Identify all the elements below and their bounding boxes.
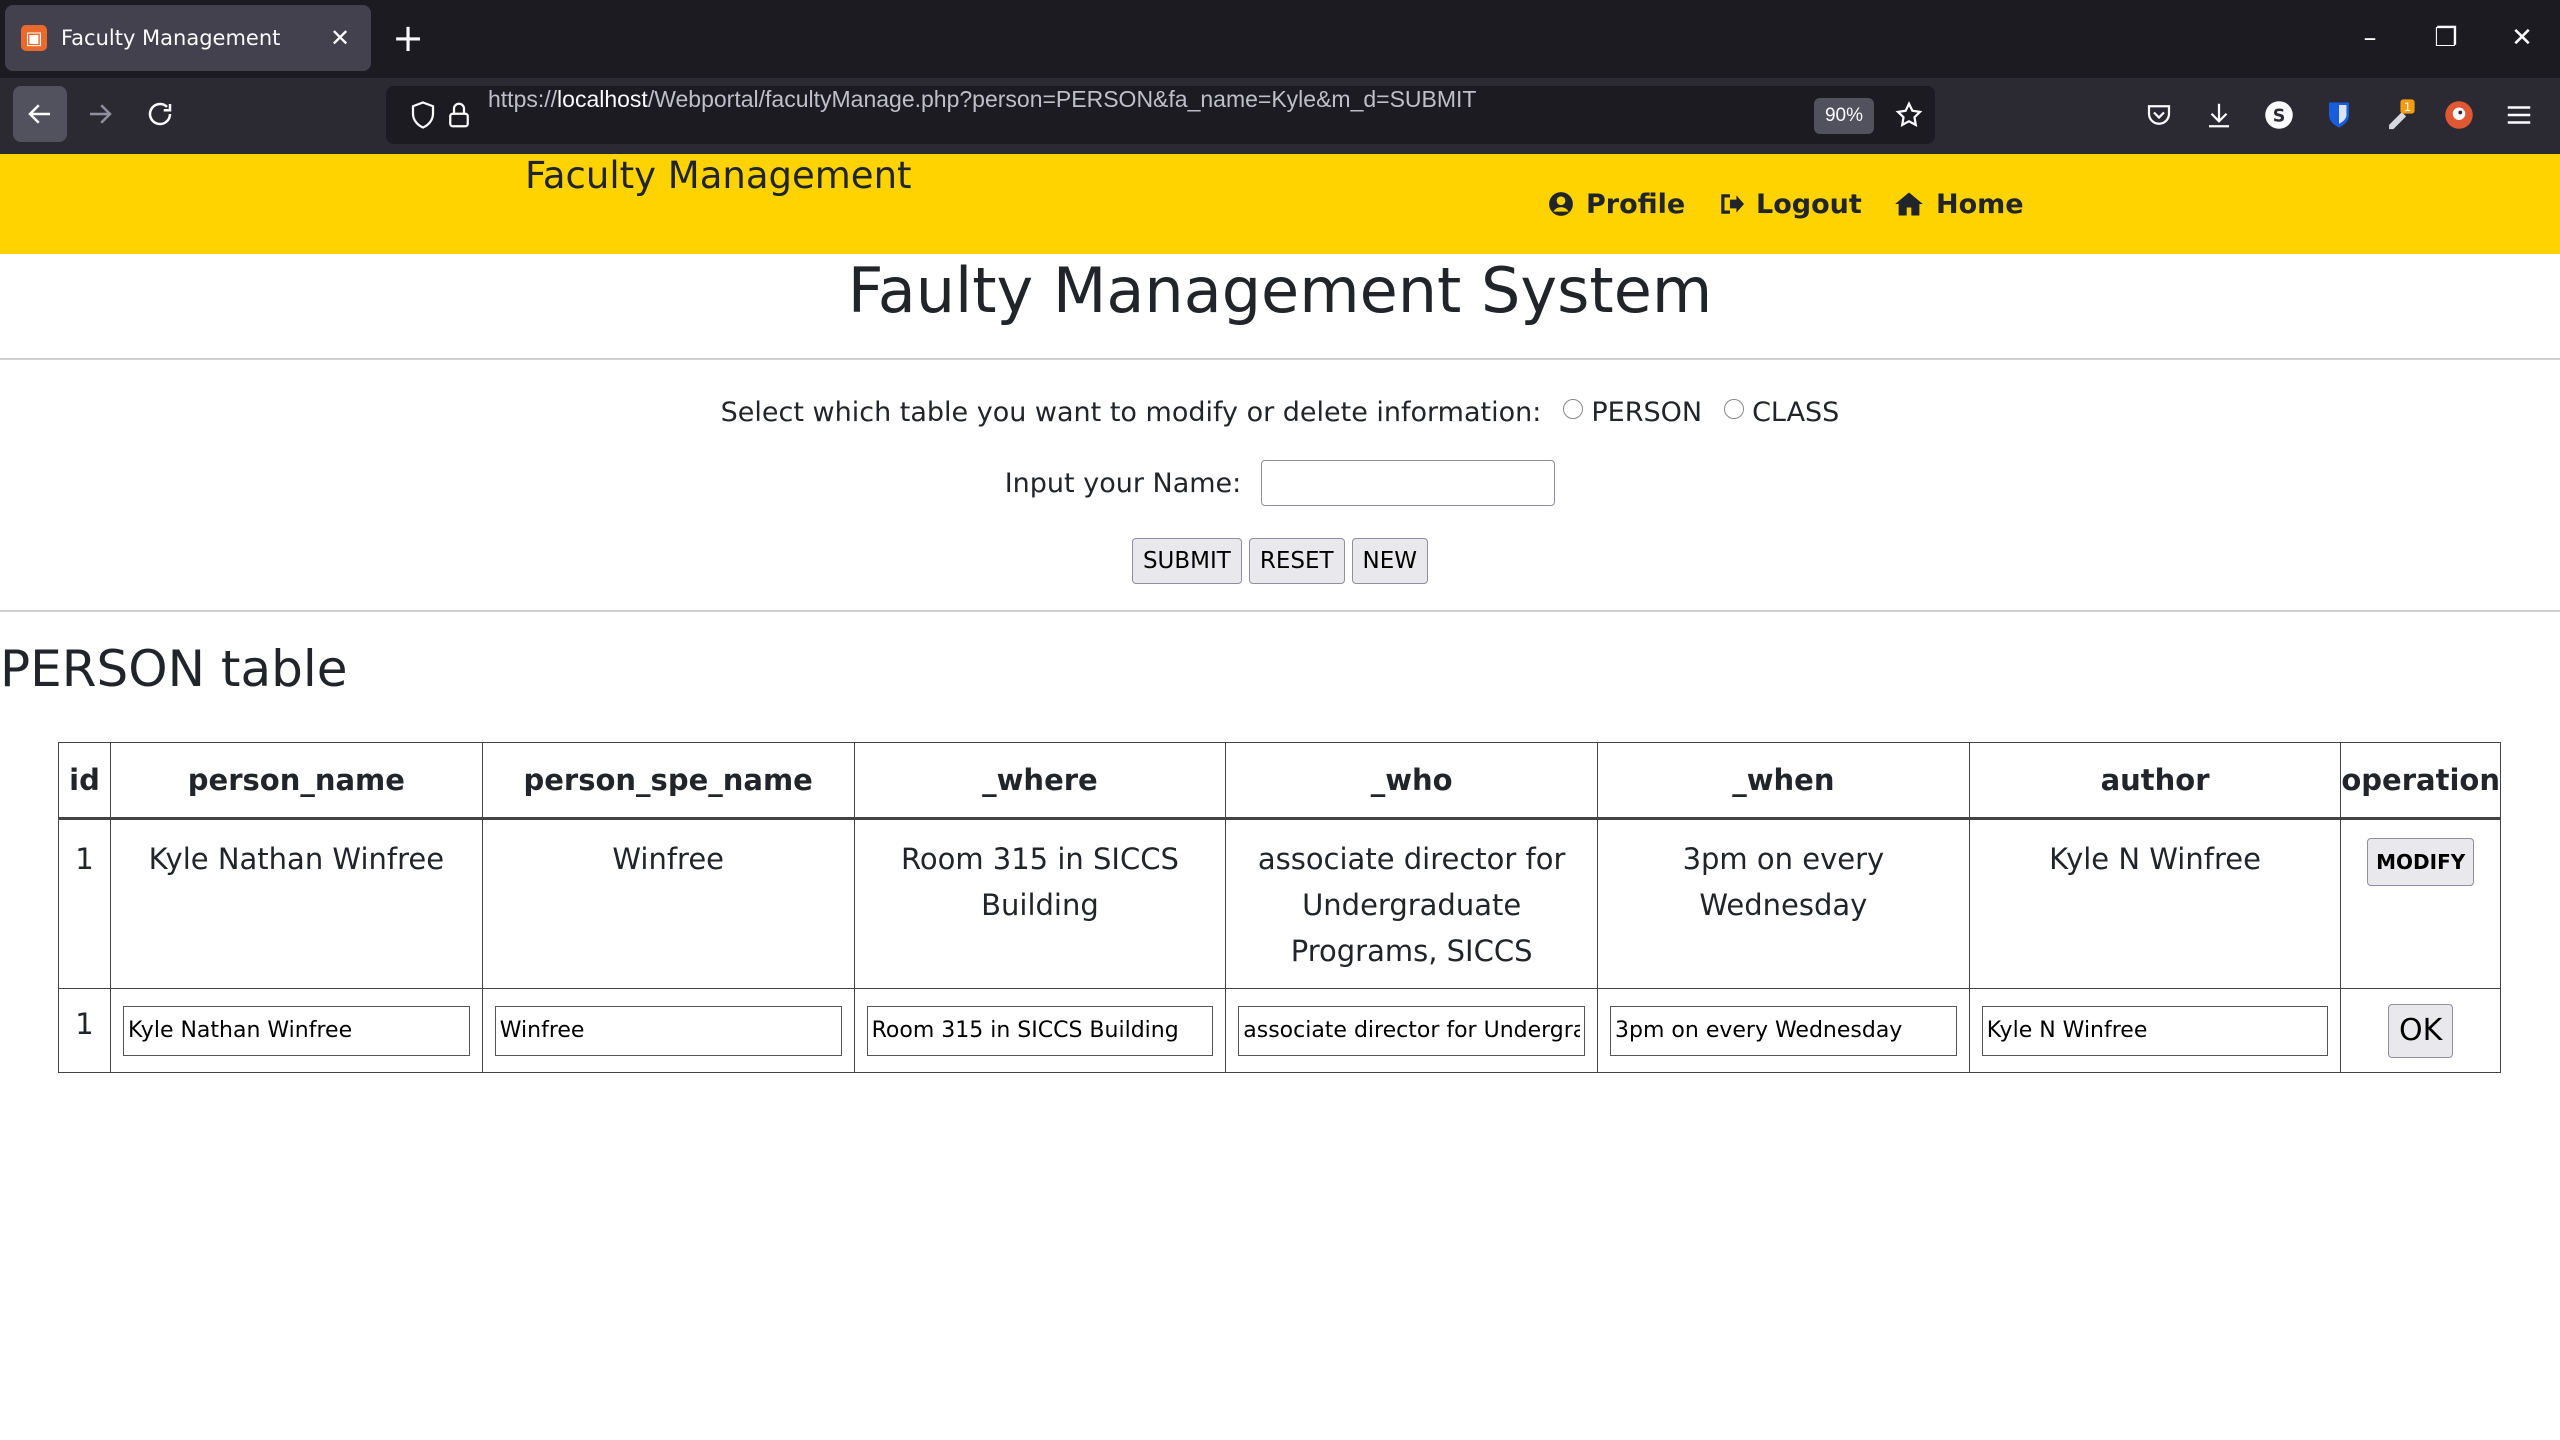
edit-cell-author [1968, 988, 2342, 1073]
cell-author: Kyle N Winfree [1968, 818, 2342, 989]
column-header-person-name: person_name [109, 742, 483, 820]
page-title: Faulty Management System [847, 254, 1713, 327]
edit-cell-id: 1 [58, 988, 111, 1073]
edit-cell-person-name [109, 988, 483, 1073]
phpstorm-icon: ▣ [21, 25, 47, 51]
edit-cell-operation: OK [2340, 988, 2501, 1073]
edit-row: 1 OK [58, 988, 2501, 1073]
s-extension-icon[interactable]: S [2262, 98, 2296, 132]
table-header-row: id person_name person_spe_name _where _w… [58, 742, 2501, 820]
pocket-icon[interactable] [2142, 98, 2176, 132]
user-circle-icon [1549, 192, 1573, 216]
table-heading: PERSON table [0, 640, 348, 698]
column-header-who: _who [1225, 742, 1599, 820]
shield-icon[interactable] [408, 100, 438, 130]
divider [0, 610, 2560, 612]
radio-class-label[interactable]: CLASS [1752, 397, 1839, 428]
cell-person-name: Kyle Nathan Winfree [109, 818, 483, 989]
column-header-when: _when [1597, 742, 1970, 820]
close-tab-icon[interactable]: ✕ [325, 24, 355, 52]
site-header: Faculty Management Profile Logout Home [0, 154, 2560, 254]
browser-tab-bar: ▣ Faculty Management ✕ + – ❐ ✕ [0, 0, 2560, 78]
radio-person[interactable] [1563, 399, 1584, 419]
new-button[interactable]: NEW [1351, 538, 1429, 584]
reset-button[interactable]: RESET [1248, 538, 1345, 584]
extension-puzzle-icon[interactable]: 1 [2382, 98, 2416, 132]
minimize-icon[interactable]: – [2342, 14, 2398, 62]
browser-tab[interactable]: ▣ Faculty Management ✕ [5, 5, 371, 71]
nav-home[interactable]: Home [1894, 154, 2024, 254]
nav-profile-label: Profile [1586, 188, 1686, 220]
divider [0, 358, 2560, 360]
person-name-input[interactable] [122, 1005, 470, 1056]
bitwarden-shield-icon[interactable] [2322, 98, 2356, 132]
download-icon[interactable] [2202, 98, 2236, 132]
edit-cell-person-spe-name [481, 988, 855, 1073]
column-header-id: id [58, 742, 111, 820]
cell-when: 3pm on every Wednesday [1597, 818, 1970, 989]
svg-text:1: 1 [2404, 100, 2411, 114]
cell-person-spe-name: Winfree [481, 818, 855, 989]
column-header-where: _where [853, 742, 1227, 820]
table-row: 1 Kyle Nathan Winfree Winfree Room 315 i… [58, 818, 2501, 989]
close-window-icon[interactable]: ✕ [2494, 14, 2550, 62]
nav-logout[interactable]: Logout [1718, 154, 1862, 254]
radio-class[interactable] [1724, 399, 1745, 419]
home-icon [1895, 192, 1923, 216]
ok-button[interactable]: OK [2388, 1003, 2454, 1058]
new-tab-icon[interactable]: + [388, 16, 428, 60]
select-label: Select which table you want to modify or… [720, 396, 1542, 428]
browser-toolbar: https://localhost/Webportal/facultyManag… [0, 78, 2560, 154]
svg-text:S: S [2273, 106, 2286, 126]
lock-icon[interactable] [444, 100, 474, 130]
radio-person-label[interactable]: PERSON [1591, 397, 1702, 428]
cell-where: Room 315 in SICCS Building [853, 818, 1227, 989]
name-input[interactable] [1261, 460, 1556, 506]
person-table: id person_name person_spe_name _where _w… [58, 742, 2501, 1073]
column-header-operation: operation [2340, 742, 2501, 820]
edit-cell-where [853, 988, 1227, 1073]
author-input[interactable] [1981, 1005, 2329, 1056]
form-buttons: SUBMIT RESET NEW [0, 538, 2560, 584]
restore-icon[interactable]: ❐ [2418, 14, 2474, 62]
sign-out-icon [1721, 194, 1744, 214]
edit-cell-when [1597, 988, 1970, 1073]
cell-who: associate director for Undergraduate Pro… [1225, 818, 1599, 989]
url-text[interactable]: https://localhost/Webportal/facultyManag… [488, 86, 1476, 144]
cell-id: 1 [58, 818, 111, 989]
zoom-level[interactable]: 90% [1814, 98, 1874, 134]
name-row: Input your Name: [0, 458, 2560, 508]
back-arrow-icon[interactable] [13, 86, 67, 142]
forward-arrow-icon[interactable] [73, 86, 127, 142]
tab-title: Faculty Management [61, 26, 281, 50]
duckduckgo-icon[interactable] [2442, 98, 2476, 132]
cell-operation: MODIFY [2340, 818, 2501, 989]
nav-profile[interactable]: Profile [1548, 154, 1685, 254]
hamburger-menu-icon[interactable] [2502, 98, 2536, 132]
when-input[interactable] [1610, 1005, 1957, 1056]
column-header-author: author [1968, 742, 2342, 820]
brand-title[interactable]: Faculty Management [525, 154, 912, 254]
column-header-person-spe-name: person_spe_name [481, 742, 855, 820]
where-input[interactable] [866, 1005, 1214, 1056]
name-label: Input your Name: [1004, 467, 1242, 499]
submit-button[interactable]: SUBMIT [1131, 538, 1242, 584]
url-bar[interactable]: https://localhost/Webportal/facultyManag… [386, 86, 1935, 144]
edit-cell-who [1225, 988, 1599, 1073]
nav-logout-label: Logout [1756, 188, 1862, 220]
modify-button[interactable]: MODIFY [2367, 838, 2475, 886]
bookmark-star-icon[interactable] [1894, 100, 1924, 130]
who-input[interactable] [1238, 1005, 1586, 1056]
nav-home-label: Home [1936, 188, 2024, 220]
table-select-row: Select which table you want to modify or… [0, 390, 2560, 434]
reload-icon[interactable] [133, 86, 187, 142]
person-spe-name-input[interactable] [494, 1005, 842, 1056]
